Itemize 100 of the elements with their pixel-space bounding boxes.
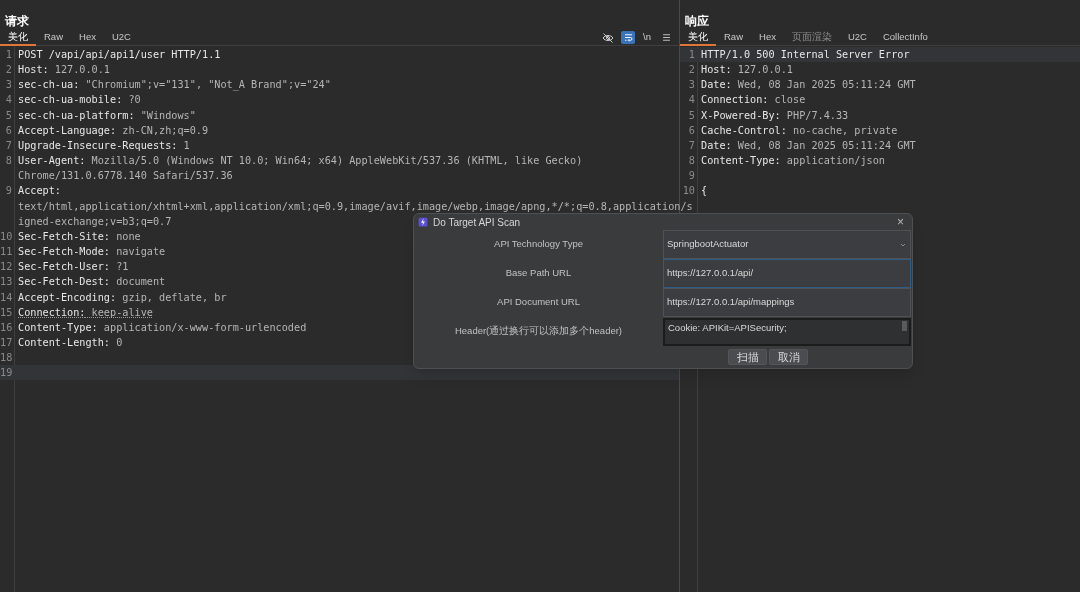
line-number: 3 [687,78,696,93]
line-number: 6 [687,123,696,138]
header-name: Sec-Fetch-Dest: [18,275,110,290]
header-value: keep-alive [90,305,153,320]
header-value: "Chromium";v="131", "Not_A Brand";v="24" [84,78,331,93]
panel-title: 请求 [4,13,30,30]
tab[interactable]: U2C [839,29,875,46]
header-name: Content-Type: [18,320,98,335]
wrap-icon[interactable] [621,31,636,44]
line-number: 8 [687,154,696,169]
header-name: Sec-Fetch-Site: [18,229,110,244]
header-value: close [773,93,806,108]
header-name: Content-Type: [701,154,781,169]
header-name: Sec-Fetch-User: [18,260,110,275]
header-name: Sec-Fetch-Mode: [18,245,110,260]
header-value: no-cache, private [792,123,898,138]
line-number: 9 [4,184,13,199]
header-value: Wed, 08 Jan 2025 05:11:24 GMT [736,138,916,153]
line-number: 15 [0,305,14,320]
header-name: Accept-Language: [18,123,117,138]
lightning-icon [418,217,428,227]
header-value: document [115,275,166,290]
input-field[interactable]: https://127.0.0.1/api/ [663,259,911,288]
header-value: ?0 [127,93,141,108]
line-number: 6 [4,123,13,138]
header-name: Date: [701,78,732,93]
dialog-title: Do Target API Scan [433,215,521,230]
header-name: Cache-Control: [701,123,787,138]
tab[interactable]: Hex [71,29,104,46]
dialog-button[interactable]: 取消 [769,349,808,365]
header-name: POST /vapi/api/api1/user HTTP/1.1 [18,48,221,62]
line-number: 10 [681,184,696,199]
tab[interactable]: Hex [751,29,784,46]
text-area[interactable]: Cookie: APIKit=APISecurity; [663,318,911,346]
header-value: application/x-www-form-urlencoded [102,320,307,335]
field-label: Base Path URL [504,266,573,281]
field-label: API Technology Type [493,237,584,252]
header-value: zh-CN,zh;q=0.9 [121,123,209,138]
field-label: Header(通过换行可以添加多个header) [453,324,624,339]
tab[interactable]: U2C [103,29,139,46]
line-number: 16 [0,320,14,335]
line-number: 2 [687,63,696,78]
header-value: text/html,application/xhtml+xml,application/xml;q=0.9,image/avif,image/webp,image/apng,*/*;q=0.8,application/s [18,199,693,214]
tab[interactable]: Raw [716,29,751,46]
tab[interactable]: Raw [36,29,71,46]
header-name: User-Agent: [18,154,86,169]
tab[interactable]: 美化 [0,29,36,46]
header-name: X-Powered-By: [701,108,781,123]
scrollbar-thumb [902,321,907,331]
line-number: 2 [4,63,13,78]
line-number: 12 [0,260,14,275]
panel-title: 响应 [684,13,710,30]
header-name: sec-ch-ua-platform: [18,108,135,123]
line-number: 11 [0,245,14,260]
line-number: 4 [4,93,13,108]
header-name: Connection: [701,93,769,108]
header-name: Host: [18,63,49,78]
header-value: Mozilla/5.0 (Windows NT 10.0; Win64; x64) AppleWebKit/537.36 (KHTML, like Gecko) [90,154,583,169]
header-value: 127.0.0.1 [53,63,110,78]
header-name: Host: [701,63,732,78]
line-number: 5 [4,108,13,123]
header-name: sec-ch-ua-mobile: [18,93,123,108]
close-button[interactable]: × [893,216,908,228]
line-number: 8 [4,154,13,169]
header-name: HTTP/1.0 500 Internal Server Error [701,48,910,62]
newline-toggle[interactable]: \n [641,30,653,45]
line-number: 19 [0,366,14,381]
line-number: 7 [4,138,13,153]
header-value: gzip, deflate, br [121,290,227,305]
header-value: Chrome/131.0.6778.140 Safari/537.36 [18,169,233,184]
eye-off-icon[interactable] [601,31,616,44]
line-number: 17 [0,335,14,350]
header-name: sec-ch-ua: [18,78,80,93]
header-name: Upgrade-Insecure-Requests: [18,138,178,153]
line-number: 4 [687,93,696,108]
tab[interactable]: 美化 [680,29,716,46]
header-value: 1 [182,138,190,153]
input-field[interactable]: https://127.0.0.1/api/mappings [663,288,911,317]
header-value: 0 [115,335,123,350]
line-number: 9 [687,169,696,184]
tab[interactable]: CollectInfo [874,29,936,46]
line-number: 13 [0,275,14,290]
header-value: PHP/7.4.33 [785,108,849,123]
header-value: Wed, 08 Jan 2025 05:11:24 GMT [736,78,916,93]
field-label: API Document URL [496,295,581,310]
line-number: 14 [0,290,14,305]
header-value: "Windows" [139,108,196,123]
line-number: 10 [0,229,14,244]
header-name: Date: [701,138,732,153]
dropdown[interactable]: SpringbootActuator [663,230,911,259]
line-number: 7 [687,138,696,153]
header-value: none [115,229,141,244]
header-name: Accept-Encoding: [18,290,117,305]
header-value: 127.0.0.1 [736,63,793,78]
line-number: 1 [687,48,696,62]
header-value: ?1 [115,260,129,275]
header-value: application/json [785,154,885,169]
header-name: Accept: [18,184,61,199]
dialog-button[interactable]: 扫描 [728,349,767,365]
line-number: 5 [687,108,696,123]
